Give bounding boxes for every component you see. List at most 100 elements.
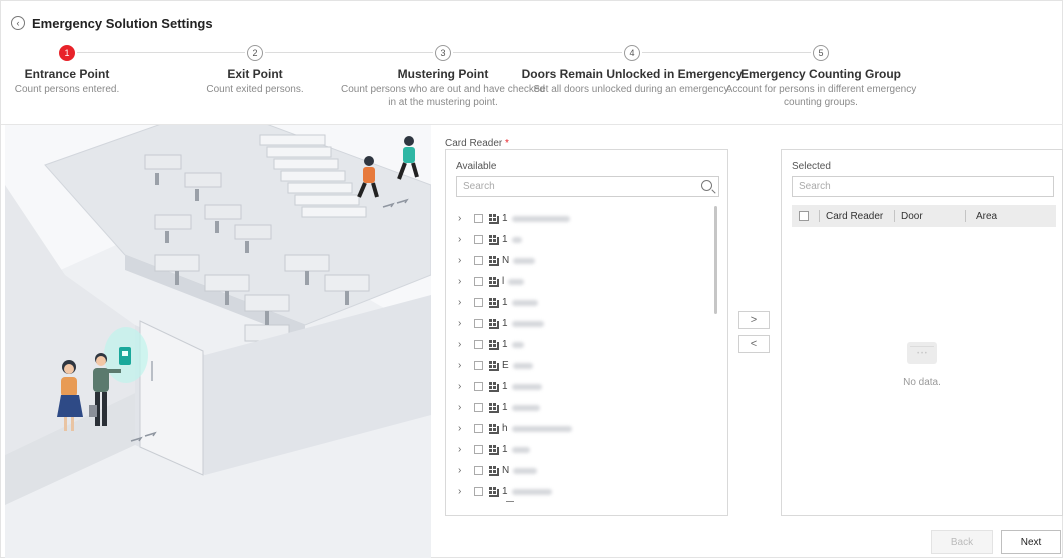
required-mark: * bbox=[505, 138, 509, 149]
organization-icon bbox=[489, 213, 499, 224]
tree-item[interactable]: › l bbox=[458, 271, 708, 292]
step-1-circle[interactable]: 1 bbox=[59, 45, 75, 61]
tree-item-label: N bbox=[502, 465, 510, 476]
tree-item[interactable]: › 1 bbox=[458, 313, 708, 334]
tree-item-checkbox[interactable] bbox=[474, 277, 483, 286]
step-5-label[interactable]: Emergency Counting Group bbox=[741, 67, 901, 81]
chevron-right-icon[interactable]: › bbox=[458, 339, 466, 350]
selected-search-input[interactable] bbox=[799, 181, 1047, 192]
column-card-reader[interactable]: Card Reader bbox=[820, 211, 894, 222]
organization-icon bbox=[489, 297, 499, 308]
tree-item-checkbox[interactable] bbox=[474, 319, 483, 328]
tree-item-checkbox[interactable] bbox=[474, 424, 483, 433]
redacted-text bbox=[511, 215, 570, 222]
organization-icon bbox=[489, 255, 499, 266]
selected-search[interactable] bbox=[792, 176, 1054, 197]
chevron-right-icon[interactable]: › bbox=[458, 465, 466, 476]
available-search-input[interactable] bbox=[463, 181, 712, 192]
tree-item-checkbox[interactable] bbox=[474, 445, 483, 454]
tree-item[interactable]: › 1 bbox=[458, 334, 708, 355]
tree-item-label: 1 bbox=[502, 234, 508, 245]
step-description-line: Count exited persons. bbox=[206, 84, 304, 95]
tree-item[interactable]: › N bbox=[458, 460, 708, 481]
chevron-right-icon[interactable]: › bbox=[458, 423, 466, 434]
chevron-right-icon[interactable]: › bbox=[458, 444, 466, 455]
tree-item[interactable]: › h bbox=[458, 418, 708, 439]
step-3-circle[interactable]: 3 bbox=[435, 45, 451, 61]
tree-item-checkbox[interactable] bbox=[474, 382, 483, 391]
tree-item-checkbox[interactable] bbox=[474, 214, 483, 223]
available-search[interactable] bbox=[456, 176, 719, 197]
chevron-right-icon[interactable]: › bbox=[458, 276, 466, 287]
tree-item-checkbox[interactable] bbox=[474, 361, 483, 370]
chevron-right-icon[interactable]: › bbox=[458, 318, 466, 329]
step-2-circle[interactable]: 2 bbox=[247, 45, 263, 61]
tree-item-checkbox[interactable] bbox=[474, 487, 483, 496]
tree-scrollbar[interactable] bbox=[714, 206, 717, 314]
tree-item-label: 1 bbox=[502, 381, 508, 392]
tree-item[interactable]: › 1 bbox=[458, 376, 708, 397]
tree-item-checkbox[interactable] bbox=[474, 235, 483, 244]
tree-item[interactable]: › E bbox=[458, 355, 708, 376]
select-all-checkbox[interactable] bbox=[799, 211, 809, 221]
move-left-button[interactable]: < bbox=[738, 335, 770, 353]
organization-icon bbox=[489, 339, 499, 350]
step-4-circle[interactable]: 4 bbox=[624, 45, 640, 61]
next-button[interactable]: Next bbox=[1001, 530, 1061, 554]
move-right-button[interactable]: > bbox=[738, 311, 770, 329]
tree-item-label: 1 bbox=[502, 297, 508, 308]
chevron-right-icon[interactable]: › bbox=[458, 360, 466, 371]
step-4-label[interactable]: Doors Remain Unlocked in Emergency bbox=[522, 67, 743, 81]
redacted-text bbox=[513, 257, 536, 264]
chevron-right-icon[interactable]: › bbox=[458, 255, 466, 266]
step-connector bbox=[453, 52, 622, 53]
tree-item-label: N bbox=[502, 255, 510, 266]
step-connector bbox=[265, 52, 433, 53]
tree-item[interactable]: › N bbox=[458, 250, 708, 271]
column-area[interactable]: Area bbox=[966, 211, 997, 222]
tree-item[interactable]: › 1 bbox=[458, 397, 708, 418]
chevron-right-icon[interactable]: › bbox=[458, 213, 466, 224]
step-1-description: Count persons entered. bbox=[15, 83, 120, 96]
tree-item-checkbox[interactable] bbox=[474, 298, 483, 307]
step-description-line: Account for persons in different emergen… bbox=[725, 84, 917, 95]
card-reader-tree: › 1 › 1 › N › l › 1 › 1 › 1 › E › 1 › 1 › h › 1 › N › 1 bbox=[458, 208, 708, 502]
step-connector bbox=[642, 52, 811, 53]
chevron-right-icon[interactable]: › bbox=[458, 486, 466, 497]
step-description-line: Count persons entered. bbox=[14, 84, 120, 95]
tree-item-checkbox[interactable] bbox=[474, 403, 483, 412]
column-door[interactable]: Door bbox=[895, 211, 965, 222]
back-button[interactable]: Back bbox=[931, 530, 993, 554]
tree-item-checkbox[interactable] bbox=[474, 256, 483, 265]
selected-panel: Selected Card Reader Door Area No data. bbox=[781, 149, 1063, 516]
entrance-illustration bbox=[5, 125, 431, 558]
step-2-label[interactable]: Exit Point bbox=[227, 67, 282, 81]
chevron-right-icon[interactable]: › bbox=[458, 234, 466, 245]
tree-item-label: 1 bbox=[502, 339, 508, 350]
back-circle-icon[interactable]: ‹ bbox=[11, 16, 25, 30]
tree-item-checkbox[interactable] bbox=[474, 466, 483, 475]
card-reader-label: Card Reader * bbox=[445, 138, 509, 149]
chevron-right-icon[interactable]: › bbox=[458, 402, 466, 413]
tree-item[interactable]: › 1 bbox=[458, 292, 708, 313]
tree-item[interactable]: › 1 bbox=[458, 481, 708, 502]
tree-item-checkbox[interactable] bbox=[474, 340, 483, 349]
search-icon[interactable] bbox=[701, 180, 712, 191]
organization-icon bbox=[489, 318, 499, 329]
step-3-label[interactable]: Mustering Point bbox=[398, 67, 489, 81]
redacted-text bbox=[511, 341, 524, 348]
step-2-description: Count exited persons. bbox=[206, 83, 303, 96]
step-description-line: counting groups. bbox=[784, 97, 858, 108]
chevron-right-icon[interactable]: › bbox=[458, 381, 466, 392]
step-description-line: in at the mustering point. bbox=[388, 97, 498, 108]
step-1-label[interactable]: Entrance Point bbox=[25, 67, 110, 81]
redacted-text bbox=[511, 446, 530, 453]
tree-item[interactable]: › 1 bbox=[458, 208, 708, 229]
tree-item[interactable]: › 1 bbox=[458, 439, 708, 460]
redacted-text bbox=[511, 236, 522, 243]
step-5-circle[interactable]: 5 bbox=[813, 45, 829, 61]
redacted-text bbox=[511, 404, 540, 411]
empty-text: No data. bbox=[903, 377, 941, 388]
tree-item[interactable]: › 1 bbox=[458, 229, 708, 250]
chevron-right-icon[interactable]: › bbox=[458, 297, 466, 308]
